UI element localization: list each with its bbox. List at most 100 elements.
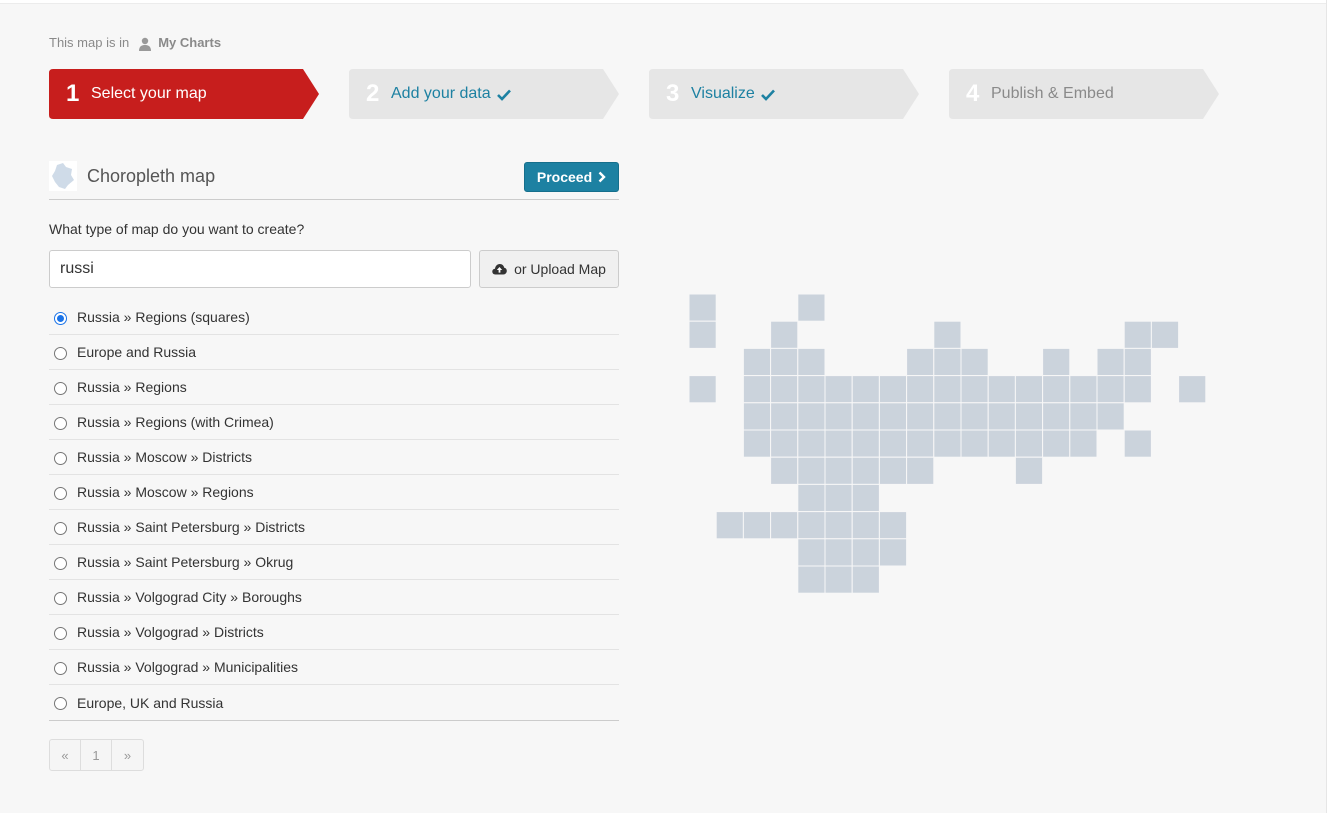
map-preview: [688, 293, 1207, 594]
region-tile: [770, 347, 799, 377]
map-option-label: Russia » Volgograd City » Boroughs: [77, 589, 302, 605]
map-option[interactable]: Russia » Moscow » Districts: [49, 440, 619, 475]
map-option-radio[interactable]: [54, 591, 67, 605]
region-tile: [1069, 402, 1098, 431]
region-tile: [1014, 456, 1044, 485]
breadcrumb: This map is in My Charts: [49, 35, 221, 51]
region-tile: [1096, 347, 1125, 377]
region-tile: [824, 402, 853, 431]
region-tile: [1123, 429, 1152, 458]
map-option-label: Russia » Saint Petersburg » Districts: [77, 519, 305, 535]
region-tile: [797, 511, 826, 540]
map-option-radio[interactable]: [54, 381, 67, 395]
map-search-input[interactable]: [49, 250, 471, 288]
upload-map-label: or Upload Map: [514, 261, 606, 277]
pagination-page[interactable]: 1: [81, 740, 112, 770]
region-tile: [688, 375, 717, 404]
region-tile: [797, 429, 826, 458]
map-option[interactable]: Europe, UK and Russia: [49, 685, 619, 720]
region-tile: [824, 375, 853, 404]
region-tile: [742, 511, 772, 540]
map-option[interactable]: Russia » Volgograd » Districts: [49, 615, 619, 650]
region-tile: [797, 375, 826, 404]
map-option-radio[interactable]: [54, 661, 67, 675]
map-option[interactable]: Russia » Saint Petersburg » Okrug: [49, 545, 619, 580]
region-tile: [878, 402, 908, 431]
map-type-question: What type of map do you want to create?: [49, 221, 305, 237]
region-tile: [770, 320, 799, 349]
region-tile: [797, 293, 826, 322]
region-tile: [960, 375, 989, 404]
region-tile: [906, 429, 935, 458]
region-tile: [824, 565, 853, 594]
region-tile: [906, 456, 935, 485]
map-option-label: Russia » Volgograd » Districts: [77, 624, 264, 640]
map-option-radio[interactable]: [54, 626, 67, 640]
map-option-label: Europe and Russia: [77, 344, 197, 360]
map-option[interactable]: Russia » Moscow » Regions: [49, 475, 619, 510]
region-tile: [878, 429, 908, 458]
proceed-button[interactable]: Proceed: [524, 162, 619, 192]
map-option-radio[interactable]: [54, 311, 67, 325]
region-tile: [742, 347, 772, 377]
map-option-radio[interactable]: [54, 346, 67, 360]
region-tile: [1014, 429, 1044, 458]
region-tile: [906, 375, 935, 404]
map-option-label: Russia » Moscow » Districts: [77, 449, 253, 465]
region-tile: [1123, 320, 1152, 349]
pagination-prev[interactable]: «: [50, 740, 81, 770]
map-option[interactable]: Russia » Saint Petersburg » Districts: [49, 510, 619, 545]
user-icon: [139, 37, 152, 51]
region-tile: [688, 320, 717, 349]
step-add-data[interactable]: 2 Add your data: [349, 69, 619, 119]
region-tile: [1042, 429, 1071, 458]
map-option-radio[interactable]: [54, 451, 67, 465]
map-option[interactable]: Russia » Regions (with Crimea): [49, 405, 619, 440]
step-number: 3: [666, 80, 680, 107]
region-tile: [1069, 375, 1098, 404]
map-option[interactable]: Europe and Russia: [49, 335, 619, 370]
map-option-label: Russia » Saint Petersburg » Okrug: [77, 554, 294, 570]
region-tile: [824, 538, 853, 567]
region-tile: [933, 347, 962, 377]
region-tile: [824, 456, 853, 485]
region-tile: [1042, 375, 1071, 404]
region-tile: [770, 429, 799, 458]
map-option-radio[interactable]: [54, 416, 67, 430]
region-tile: [960, 402, 989, 431]
map-option[interactable]: Russia » Volgograd » Municipalities: [49, 650, 619, 685]
map-option-radio[interactable]: [54, 486, 67, 500]
map-option-label: Russia » Regions (with Crimea): [77, 414, 274, 430]
region-tile: [987, 429, 1016, 458]
map-option-radio[interactable]: [54, 521, 67, 535]
region-tile: [742, 429, 772, 458]
step-number: 4: [966, 80, 980, 107]
upload-map-button[interactable]: or Upload Map: [479, 250, 619, 288]
region-tile: [960, 429, 989, 458]
map-list: Russia » Regions (squares) Europe and Rus…: [49, 300, 619, 721]
panel-header: Choropleth map Proceed: [49, 160, 619, 200]
map-option[interactable]: Russia » Regions (squares): [49, 300, 619, 335]
map-option-radio[interactable]: [54, 556, 67, 570]
check-icon: [760, 89, 775, 101]
check-icon: [496, 89, 511, 101]
step-select-map[interactable]: 1 Select your map: [49, 69, 319, 119]
step-visualize[interactable]: 3 Visualize: [649, 69, 919, 119]
region-tile: [851, 429, 880, 458]
map-option[interactable]: Russia » Regions: [49, 370, 619, 405]
map-option[interactable]: Russia » Volgograd City » Boroughs: [49, 580, 619, 615]
breadcrumb-prefix: This map is in: [49, 35, 130, 50]
step-publish[interactable]: 4 Publish & Embed: [949, 69, 1219, 119]
map-option-radio[interactable]: [54, 697, 67, 710]
cloud-upload-icon: [492, 264, 507, 275]
pagination: « 1 »: [49, 739, 144, 771]
region-tile: [851, 511, 880, 540]
region-tile: [1014, 402, 1044, 431]
region-tile: [797, 565, 826, 594]
folder-link[interactable]: My Charts: [158, 35, 221, 50]
region-tile: [960, 347, 989, 377]
pagination-next[interactable]: »: [112, 740, 143, 770]
region-tile: [797, 483, 826, 513]
region-tile: [797, 538, 826, 567]
region-tile: [824, 429, 853, 458]
